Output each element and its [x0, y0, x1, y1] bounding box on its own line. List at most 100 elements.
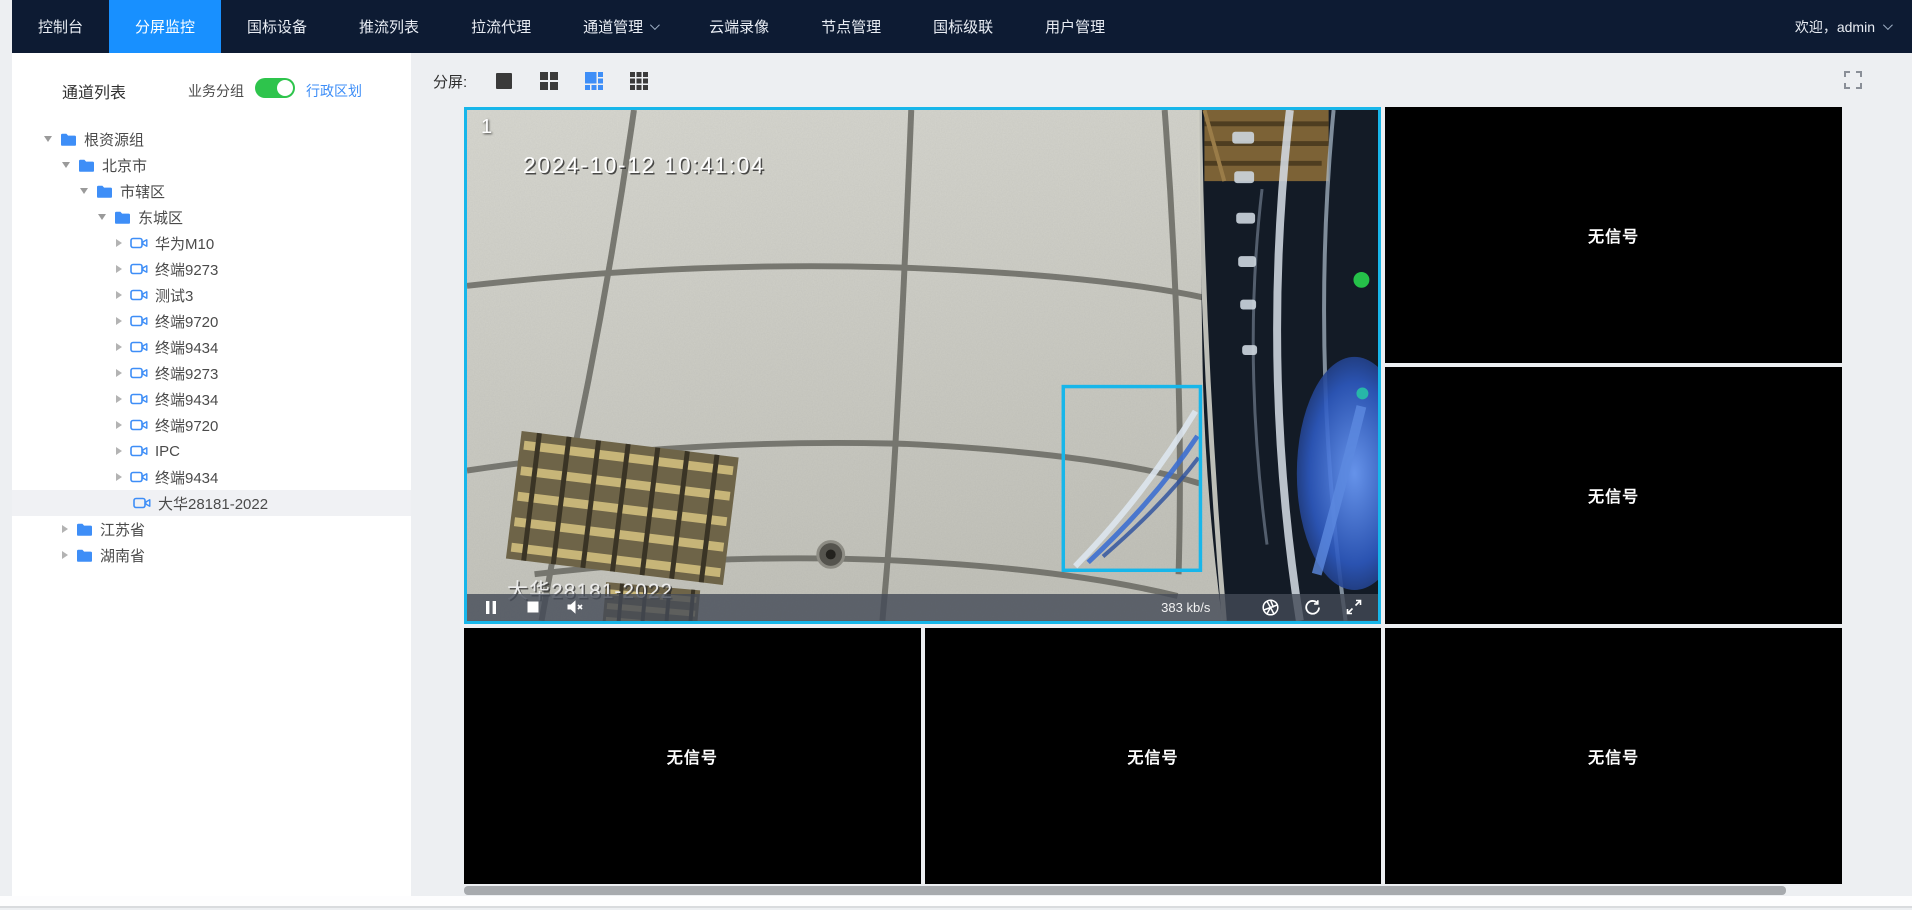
tree-item-终端9720[interactable]: 终端9720 [12, 412, 411, 438]
refresh-button[interactable] [1302, 598, 1322, 616]
tree-item-label: 终端9273 [155, 259, 218, 280]
tree-item-label: 根资源组 [84, 129, 144, 150]
tree-caret-icon[interactable] [116, 291, 122, 299]
tree-item-label: 测试3 [155, 285, 193, 306]
tree-caret-icon[interactable] [44, 136, 52, 142]
stop-icon [527, 601, 539, 613]
tree-item-北京市[interactable]: 北京市 [12, 152, 411, 178]
status-led-green [1353, 272, 1369, 288]
split-layout-1-button[interactable] [494, 71, 514, 91]
group-mode-toggle[interactable] [255, 78, 295, 98]
tree-item-市辖区[interactable]: 市辖区 [12, 178, 411, 204]
caret-spacer [116, 500, 125, 506]
tree-item-华为M10[interactable]: 华为M10 [12, 230, 411, 256]
expand-icon [1346, 599, 1362, 615]
tree-item-label: 终端9434 [155, 467, 218, 488]
tree-caret-icon[interactable] [116, 421, 122, 429]
tree-caret-icon[interactable] [116, 473, 122, 481]
video-cell-4[interactable]: 无信号 [464, 628, 921, 884]
nav-item-1[interactable]: 控制台 [12, 0, 109, 53]
tree-caret-icon[interactable] [116, 317, 122, 325]
tree-caret-icon[interactable] [116, 265, 122, 273]
tree-item-IPC[interactable]: IPC [12, 438, 411, 464]
camera-icon [130, 366, 148, 380]
tree-item-终端9434[interactable]: 终端9434 [12, 334, 411, 360]
tree-item-江苏省[interactable]: 江苏省 [12, 516, 411, 542]
nav-item-label: 用户管理 [1045, 16, 1105, 37]
nav-item-9[interactable]: 国标级联 [907, 0, 1019, 53]
sidebar-header: 通道列表 业务分组 行政区划 [12, 53, 411, 125]
video-cell-3[interactable]: 无信号 [1385, 367, 1842, 623]
nav-item-10[interactable]: 用户管理 [1019, 0, 1131, 53]
tree-item-label: 大华28181-2022 [158, 493, 268, 514]
tree-caret-icon[interactable] [116, 369, 122, 377]
tree-caret-icon[interactable] [116, 447, 122, 455]
folder-icon [60, 132, 77, 147]
tree-item-根资源组[interactable]: 根资源组 [12, 126, 411, 152]
camera-icon [133, 496, 151, 510]
welcome-user-label: 欢迎，admin [1795, 17, 1875, 37]
user-menu[interactable]: 欢迎，admin [1773, 0, 1912, 53]
tree-item-label: 东城区 [138, 207, 183, 228]
chevron-down-icon [1883, 20, 1893, 30]
tree-item-湖南省[interactable]: 湖南省 [12, 542, 411, 568]
no-signal-label: 无信号 [1588, 744, 1639, 768]
tree-caret-icon[interactable] [62, 162, 70, 168]
stop-button[interactable] [523, 598, 543, 616]
tree-item-label: 北京市 [102, 155, 147, 176]
no-signal-label: 无信号 [1588, 223, 1639, 247]
nav-item-5[interactable]: 拉流代理 [445, 0, 557, 53]
video-cell-5[interactable]: 无信号 [925, 628, 1382, 884]
nav-item-2[interactable]: 分屏监控 [109, 0, 221, 53]
nav-item-6[interactable]: 通道管理 [557, 0, 683, 53]
tree-item-label: 终端9434 [155, 389, 218, 410]
tree-caret-icon[interactable] [116, 343, 122, 351]
nav-item-3[interactable]: 国标设备 [221, 0, 333, 53]
tree-item-终端9273[interactable]: 终端9273 [12, 256, 411, 282]
tree-item-测试3[interactable]: 测试3 [12, 282, 411, 308]
channel-sidebar: 通道列表 业务分组 行政区划 根资源组北京市市辖区东城区华为M10 终端9273 测… [12, 53, 411, 896]
split-layout-6-button[interactable] [584, 71, 604, 91]
tree-item-终端9434[interactable]: 终端9434 [12, 386, 411, 412]
pause-button[interactable] [481, 598, 501, 616]
split-layout-9-button[interactable] [629, 71, 649, 91]
nav-item-4[interactable]: 推流列表 [333, 0, 445, 53]
camera-icon [130, 418, 148, 432]
no-signal-label: 无信号 [667, 744, 718, 768]
video-cell-1[interactable]: 1 2024-10-12 10:41:04 大华28181-2022 383 k… [464, 107, 1381, 624]
mute-button[interactable] [565, 598, 585, 616]
camera-icon [130, 288, 148, 302]
tree-caret-icon[interactable] [98, 214, 106, 220]
tree-caret-icon[interactable] [116, 239, 122, 247]
aperture-icon [1262, 599, 1279, 616]
video-grid: 1 2024-10-12 10:41:04 大华28181-2022 383 k… [464, 107, 1842, 884]
tree-item-终端9434[interactable]: 终端9434 [12, 464, 411, 490]
snapshot-button[interactable] [1260, 598, 1280, 616]
tree-item-大华28181-2022[interactable]: 大华28181-2022 [12, 490, 411, 516]
folder-icon [114, 210, 131, 225]
nav-item-label: 推流列表 [359, 16, 419, 37]
video-cell-6[interactable]: 无信号 [1385, 628, 1842, 884]
pause-icon [485, 601, 497, 614]
fullscreen-icon [1843, 70, 1863, 90]
channel-tree: 根资源组北京市市辖区东城区华为M10终端9273测试3终端9720终端9434终… [12, 126, 411, 568]
video-cell-2[interactable]: 无信号 [1385, 107, 1842, 363]
nav-item-label: 节点管理 [821, 16, 881, 37]
tree-caret-icon[interactable] [116, 395, 122, 403]
horizontal-scrollbar[interactable] [464, 886, 1786, 895]
nav-item-label: 拉流代理 [471, 16, 531, 37]
tree-item-终端9720[interactable]: 终端9720 [12, 308, 411, 334]
nav-item-8[interactable]: 节点管理 [795, 0, 907, 53]
fullscreen-button[interactable] [1843, 70, 1865, 92]
tree-caret-icon[interactable] [80, 188, 88, 194]
nav-item-7[interactable]: 云端录像 [683, 0, 795, 53]
tree-item-label: 终端9720 [155, 415, 218, 436]
tree-item-终端9273[interactable]: 终端9273 [12, 360, 411, 386]
split-layout-4-button[interactable] [539, 71, 559, 91]
tree-caret-icon[interactable] [62, 551, 68, 559]
status-led-teal [1356, 388, 1368, 400]
tree-item-label: 终端9273 [155, 363, 218, 384]
expand-button[interactable] [1344, 598, 1364, 616]
tree-caret-icon[interactable] [62, 525, 68, 533]
tree-item-东城区[interactable]: 东城区 [12, 204, 411, 230]
